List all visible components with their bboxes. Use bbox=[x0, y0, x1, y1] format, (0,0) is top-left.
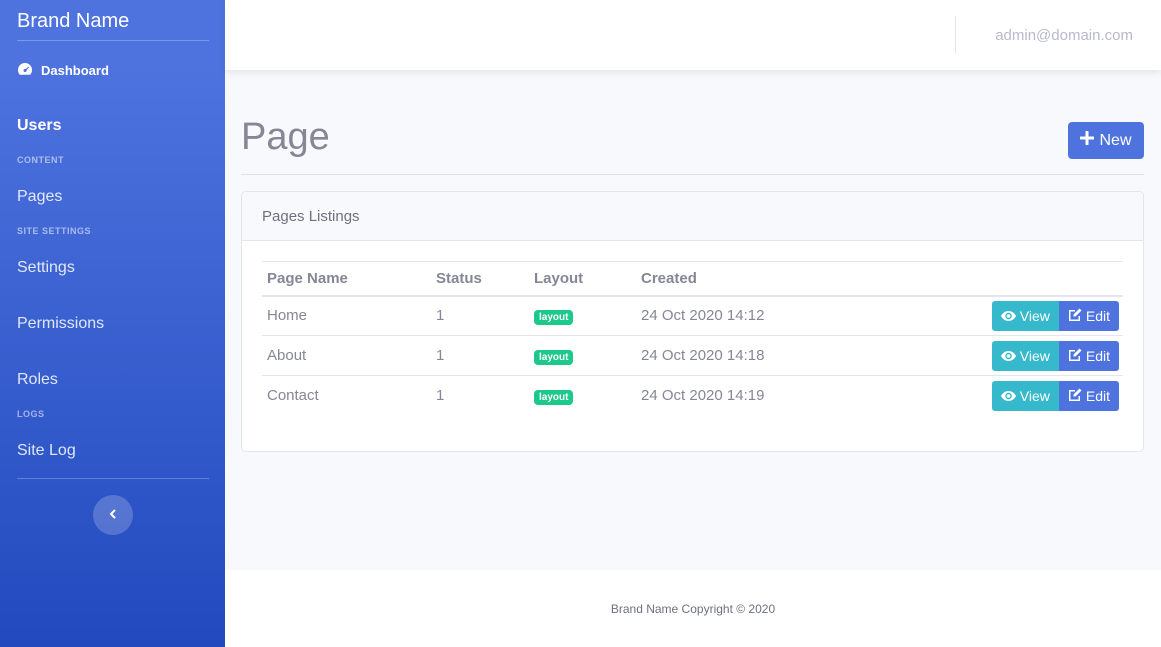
layout-badge: layout bbox=[534, 389, 574, 405]
cell-page-name: Contact bbox=[267, 387, 319, 405]
edit-icon bbox=[1068, 388, 1082, 404]
eye-icon bbox=[1000, 348, 1016, 364]
user-email[interactable]: admin@domain.com bbox=[995, 27, 1133, 44]
sidebar-heading-site-settings: SITE SETTINGS bbox=[17, 226, 92, 236]
cell-actions: View Edit bbox=[836, 376, 1123, 416]
cell-actions: View Edit bbox=[836, 295, 1123, 336]
sidebar-item-settings[interactable]: Settings bbox=[17, 259, 75, 277]
pages-table: Page Name Status Layout Created Home 1 l… bbox=[262, 261, 1123, 416]
sidebar-item-users[interactable]: Users bbox=[17, 117, 61, 135]
edit-button[interactable]: Edit bbox=[1058, 380, 1119, 411]
column-header-page-name[interactable]: Page Name bbox=[262, 261, 431, 297]
sidebar-toggle-button[interactable] bbox=[93, 495, 133, 535]
table-row: Home 1 layout 24 Oct 2020 14:12 View Edi… bbox=[262, 295, 1123, 336]
layout-badge: layout bbox=[534, 309, 574, 325]
pages-card: Pages Listings Page Name Status Layout C… bbox=[241, 191, 1144, 452]
eye-icon bbox=[1000, 388, 1016, 404]
cell-layout: layout bbox=[529, 376, 636, 416]
edit-icon bbox=[1068, 348, 1082, 364]
cell-layout: layout bbox=[529, 295, 636, 336]
view-button[interactable]: View bbox=[991, 380, 1059, 411]
sidebar-item-dashboard[interactable]: Dashboard bbox=[17, 62, 109, 79]
topbar: admin@domain.com bbox=[225, 0, 1161, 70]
eye-icon bbox=[1000, 308, 1016, 324]
cell-page-name: Home bbox=[262, 295, 431, 336]
cell-status: 1 bbox=[431, 335, 529, 376]
tachometer-icon bbox=[17, 62, 33, 79]
card-title: Pages Listings bbox=[242, 192, 1143, 241]
chevron-left-icon bbox=[108, 506, 118, 524]
view-button[interactable]: View bbox=[991, 340, 1059, 371]
sidebar: Brand Name Dashboard Users CONTENT Pages… bbox=[0, 0, 225, 647]
sidebar-item-site-log[interactable]: Site Log bbox=[17, 442, 76, 460]
sidebar-item-label: Dashboard bbox=[41, 63, 109, 78]
sidebar-heading-logs: LOGS bbox=[17, 409, 45, 419]
sidebar-divider bbox=[17, 40, 209, 41]
cell-layout: layout bbox=[529, 335, 636, 376]
edit-button[interactable]: Edit bbox=[1058, 340, 1119, 371]
table-row: Contact 1 layout 24 Oct 2020 14:19 View … bbox=[262, 376, 1123, 416]
edit-button[interactable]: Edit bbox=[1058, 300, 1119, 331]
brand-name[interactable]: Brand Name bbox=[17, 10, 129, 33]
column-header-created[interactable]: Created bbox=[636, 261, 836, 297]
cell-actions: View Edit bbox=[836, 335, 1123, 376]
sidebar-item-permissions[interactable]: Permissions bbox=[17, 315, 104, 333]
cell-page-name: About bbox=[262, 335, 431, 376]
footer: Brand Name Copyright © 2020 bbox=[225, 570, 1161, 647]
table-header-row: Page Name Status Layout Created bbox=[262, 261, 1123, 297]
sidebar-item-roles[interactable]: Roles bbox=[17, 371, 58, 389]
table-row: About 1 layout 24 Oct 2020 14:18 View Ed… bbox=[262, 335, 1123, 376]
sidebar-item-pages[interactable]: Pages bbox=[17, 188, 62, 206]
footer-copyright: Brand Name Copyright © 2020 bbox=[610, 602, 776, 616]
sidebar-heading-content: CONTENT bbox=[17, 155, 64, 165]
new-button[interactable]: New bbox=[1068, 122, 1144, 159]
cell-status: 1 bbox=[436, 387, 445, 405]
layout-badge: layout bbox=[534, 349, 574, 365]
cell-created: 24 Oct 2020 14:19 bbox=[641, 387, 765, 405]
new-button-label: New bbox=[1099, 131, 1132, 149]
cell-created: 24 Oct 2020 14:18 bbox=[636, 335, 836, 376]
edit-icon bbox=[1068, 308, 1082, 324]
column-header-actions bbox=[836, 261, 1123, 297]
view-button[interactable]: View bbox=[991, 300, 1059, 331]
page-title: Page bbox=[241, 116, 330, 158]
topbar-divider bbox=[955, 16, 956, 54]
sidebar-divider bbox=[17, 478, 209, 479]
cell-status: 1 bbox=[431, 295, 529, 336]
plus-icon bbox=[1079, 130, 1095, 150]
column-header-status[interactable]: Status bbox=[431, 261, 529, 297]
cell-created: 24 Oct 2020 14:12 bbox=[636, 295, 836, 336]
column-header-layout[interactable]: Layout bbox=[529, 261, 636, 297]
title-divider bbox=[241, 174, 1144, 175]
